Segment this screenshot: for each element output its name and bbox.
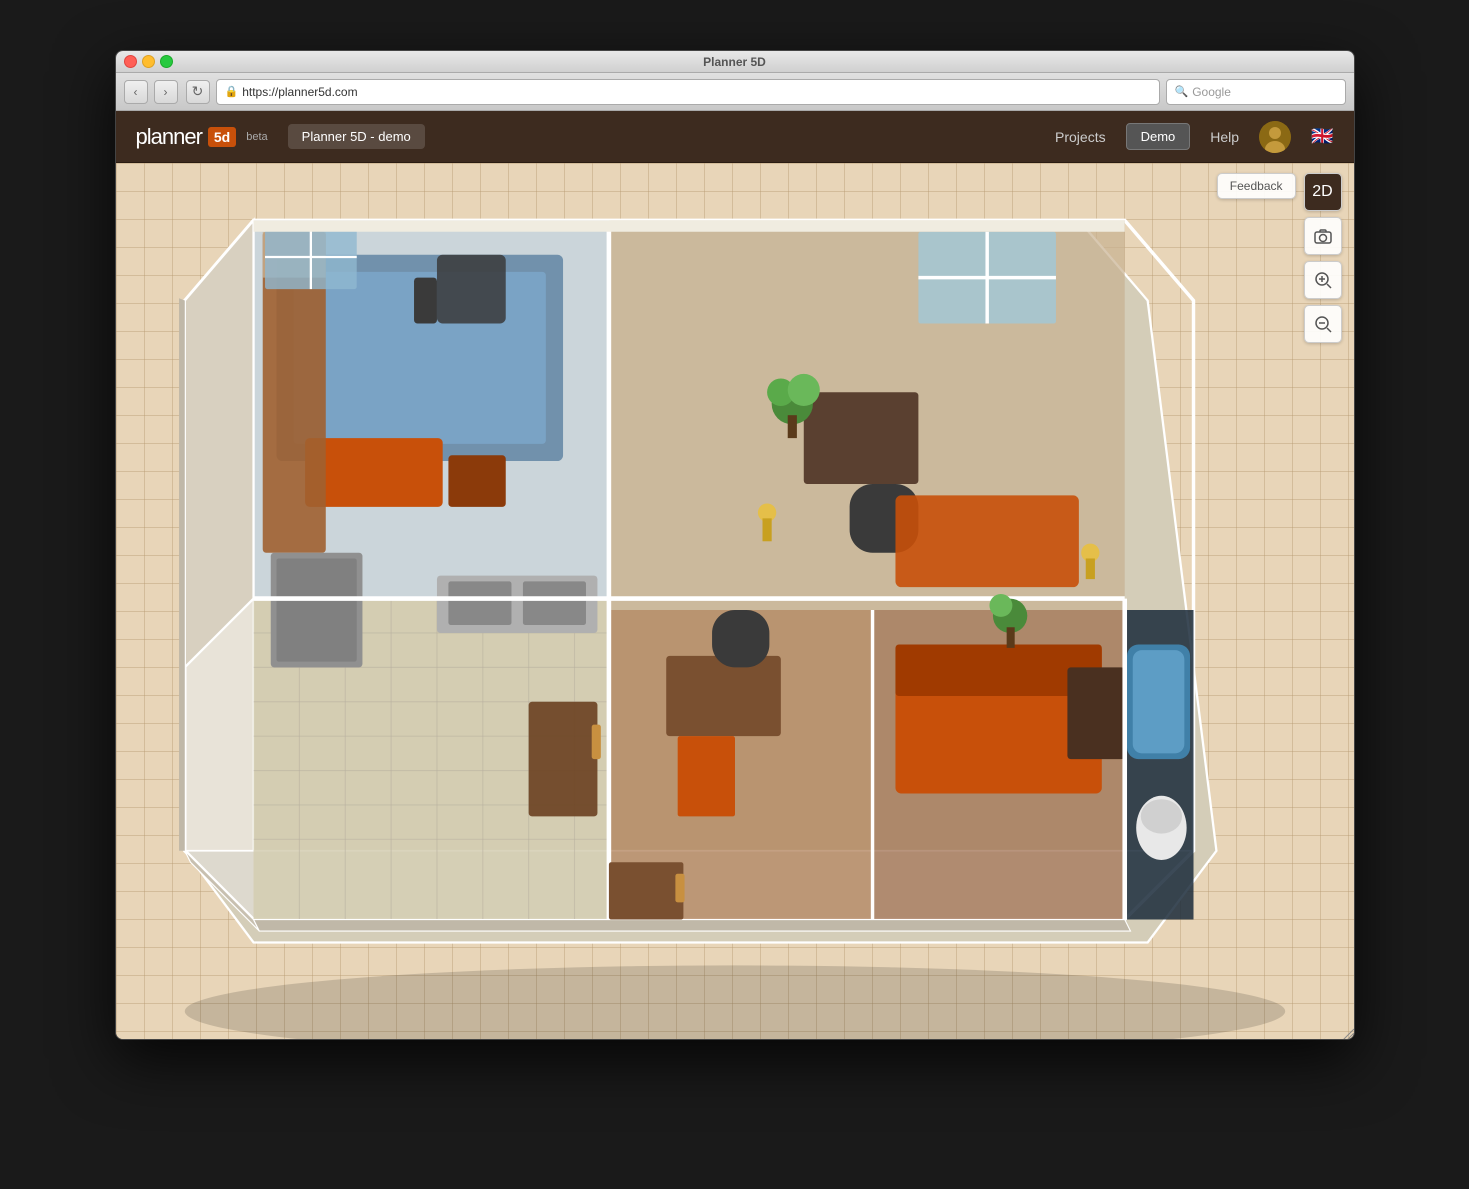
title-bar: Planner 5D — [116, 51, 1354, 73]
reload-button[interactable]: ↻ — [186, 80, 210, 104]
floor-plan-3d[interactable] — [116, 163, 1354, 1040]
logo-text: planner — [136, 124, 202, 150]
lock-icon: 🔒 — [225, 85, 239, 98]
app-header: planner 5d beta Planner 5D - demo Projec… — [116, 111, 1354, 163]
main-canvas[interactable]: Feedback 2D — [116, 163, 1354, 1040]
window-title: Planner 5D — [703, 55, 766, 69]
camera-button[interactable] — [1304, 217, 1342, 255]
search-icon: 🔍 — [1175, 85, 1189, 98]
minimize-button[interactable] — [142, 55, 155, 68]
url-text: https://planner5d.com — [242, 85, 357, 99]
feedback-button[interactable]: Feedback — [1217, 173, 1296, 199]
user-avatar[interactable] — [1259, 121, 1291, 153]
zoom-out-button[interactable] — [1304, 305, 1342, 343]
close-button[interactable] — [124, 55, 137, 68]
view-2d-button[interactable]: 2D — [1304, 173, 1342, 211]
browser-window: Planner 5D ‹ › ↻ 🔒 https://planner5d.com… — [115, 50, 1355, 1040]
window-controls — [124, 55, 173, 68]
help-link[interactable]: Help — [1210, 129, 1239, 145]
header-nav: Projects Demo Help 🇬🇧 — [1055, 121, 1333, 153]
browser-toolbar: ‹ › ↻ 🔒 https://planner5d.com 🔍 Google — [116, 73, 1354, 111]
demo-button[interactable]: Demo — [1126, 123, 1191, 150]
search-placeholder: Google — [1192, 85, 1231, 99]
resize-handle[interactable] — [1340, 1027, 1354, 1040]
maximize-button[interactable] — [160, 55, 173, 68]
beta-badge: beta — [246, 131, 267, 143]
language-flag[interactable]: 🇬🇧 — [1311, 126, 1333, 147]
forward-button[interactable]: › — [154, 80, 178, 104]
project-title[interactable]: Planner 5D - demo — [288, 124, 425, 149]
address-bar[interactable]: 🔒 https://planner5d.com — [216, 79, 1160, 105]
logo-5d: 5d — [208, 127, 236, 147]
zoom-in-button[interactable] — [1304, 261, 1342, 299]
right-toolbar: 2D — [1304, 173, 1342, 343]
logo-area: planner 5d beta — [136, 124, 268, 150]
app-content: planner 5d beta Planner 5D - demo Projec… — [116, 111, 1354, 1040]
projects-link[interactable]: Projects — [1055, 129, 1106, 145]
back-button[interactable]: ‹ — [124, 80, 148, 104]
search-bar[interactable]: 🔍 Google — [1166, 79, 1346, 105]
